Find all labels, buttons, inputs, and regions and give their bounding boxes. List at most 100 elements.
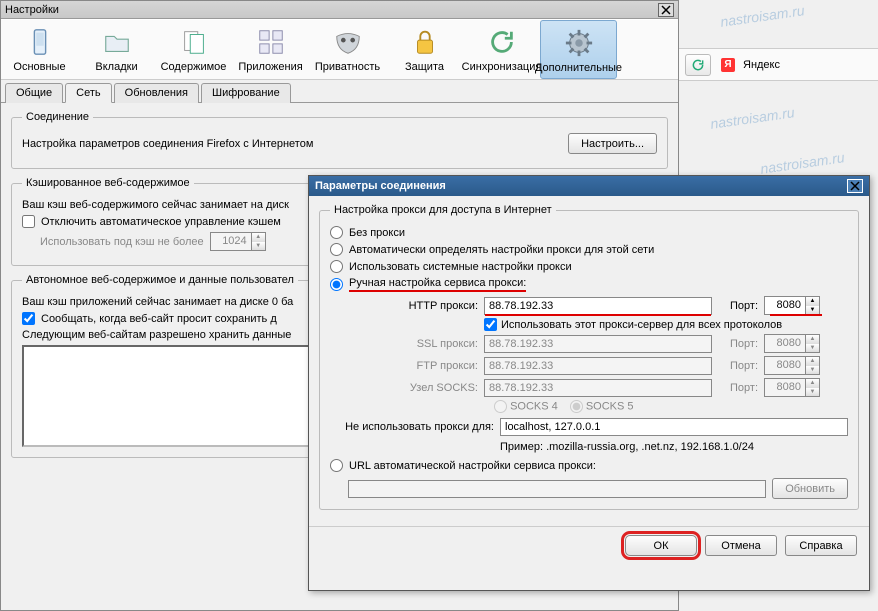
tab-general[interactable]: Общие (5, 83, 63, 103)
tab-updates[interactable]: Обновления (114, 83, 199, 103)
toolbar-label: Дополнительные (535, 62, 622, 74)
page-icon (178, 26, 210, 58)
label-no-proxy: Без прокси (349, 227, 405, 239)
toolbar-privacy[interactable]: Приватность (309, 20, 386, 79)
cancel-button[interactable]: Отмена (705, 535, 777, 556)
disable-auto-cache-label: Отключить автоматическое управление кэше… (41, 216, 281, 228)
socks-port-label: Порт: (712, 382, 758, 394)
cache-size-label: Использовать под кэш не более (40, 236, 204, 248)
connection-dialog: Параметры соединения Настройка прокси дл… (308, 175, 870, 591)
pac-url-input (348, 480, 766, 498)
settings-title: Настройки (5, 4, 59, 16)
help-button[interactable]: Справка (785, 535, 857, 556)
tab-network[interactable]: Сеть (65, 83, 111, 103)
no-proxy-for-input[interactable] (500, 418, 848, 436)
connection-dialog-title: Параметры соединения (315, 180, 446, 192)
ssl-port-label: Порт: (712, 338, 758, 350)
ssl-port-input: 8080▲▼ (764, 334, 820, 353)
toolbar-content[interactable]: Содержимое (155, 20, 232, 79)
radio-no-proxy[interactable] (330, 226, 343, 239)
offline-legend: Автономное веб-содержимое и данные польз… (22, 274, 298, 286)
toolbar-sync[interactable]: Синхронизация (463, 20, 540, 79)
reload-button[interactable] (685, 54, 711, 76)
ok-button[interactable]: ОК (625, 535, 697, 556)
connection-fieldset: Соединение Настройка параметров соединен… (11, 111, 668, 169)
close-icon (850, 181, 860, 191)
notify-offline-label: Сообщать, когда веб-сайт просит сохранит… (41, 313, 277, 325)
no-proxy-example: Пример: .mozilla-russia.org, .net.nz, 19… (500, 441, 848, 453)
offline-desc: Ваш кэш приложений сейчас занимает на ди… (22, 296, 293, 308)
browser-toolbar: Я Яндекс (679, 48, 878, 81)
lock-icon (409, 26, 441, 58)
tab-encryption[interactable]: Шифрование (201, 83, 291, 103)
cache-desc: Ваш кэш веб-содержимого сейчас занимает … (22, 199, 289, 211)
radio-manual-proxy[interactable] (330, 278, 343, 291)
socks-port-input: 8080▲▼ (764, 378, 820, 397)
radio-socks5 (570, 400, 583, 413)
radio-socks4 (494, 400, 507, 413)
close-button[interactable] (847, 179, 863, 193)
no-proxy-for-label: Не использовать прокси для: (330, 421, 494, 433)
proxy-fieldset: Настройка прокси для доступа в Интернет … (319, 204, 859, 510)
subtabs: Общие Сеть Обновления Шифрование (1, 80, 678, 103)
toolbar-label: Содержимое (161, 61, 227, 73)
use-for-all-checkbox[interactable] (484, 318, 497, 331)
label-url-proxy: URL автоматической настройки сервиса про… (349, 460, 596, 472)
radio-url-proxy[interactable] (330, 459, 343, 472)
toolbar-label: Защита (405, 61, 444, 73)
toolbar-label: Основные (13, 61, 65, 73)
search-engine-label: Яндекс (743, 59, 780, 71)
mask-icon (332, 26, 364, 58)
toolbar-security[interactable]: Защита (386, 20, 463, 79)
label-system-proxy: Использовать системные настройки прокси (349, 261, 572, 273)
reload-icon (691, 58, 705, 72)
settings-titlebar: Настройки (1, 1, 678, 19)
radio-system-proxy[interactable] (330, 260, 343, 273)
ftp-proxy-label: FTP прокси: (348, 360, 478, 372)
toolbar-tabs[interactable]: Вкладки (78, 20, 155, 79)
ssl-proxy-input (484, 335, 712, 353)
disable-auto-cache-checkbox[interactable] (22, 215, 35, 228)
label-manual-proxy: Ручная настройка сервиса прокси: (349, 277, 526, 292)
configure-connection-button[interactable]: Настроить... (568, 133, 657, 154)
use-for-all-label: Использовать этот прокси-сервер для всех… (501, 319, 782, 331)
dialog-buttons: ОК Отмена Справка (309, 526, 869, 564)
radio-auto-detect[interactable] (330, 243, 343, 256)
label-socks4: SOCKS 4 (510, 400, 558, 412)
reload-pac-button: Обновить (772, 478, 848, 499)
toolbar-advanced[interactable]: Дополнительные (540, 20, 617, 79)
close-icon (661, 5, 671, 15)
ftp-port-input: 8080▲▼ (764, 356, 820, 375)
http-port-input[interactable]: 8080▲▼ (764, 296, 820, 315)
label-socks5: SOCKS 5 (586, 400, 634, 412)
close-button[interactable] (658, 3, 674, 17)
toolbar-apps[interactable]: Приложения (232, 20, 309, 79)
top-toolbar: Основные Вкладки Содержимое Приложения П… (1, 19, 678, 80)
cache-legend: Кэшированное веб-содержимое (22, 177, 194, 189)
ssl-proxy-label: SSL прокси: (348, 338, 478, 350)
notify-offline-checkbox[interactable] (22, 312, 35, 325)
connection-legend: Соединение (22, 111, 93, 123)
sync-icon (486, 26, 518, 58)
http-proxy-input[interactable] (484, 297, 712, 315)
apps-icon (255, 26, 287, 58)
cache-size-input: 1024 ▲▼ (210, 232, 266, 251)
proxy-legend: Настройка прокси для доступа в Интернет (330, 204, 556, 216)
gear-icon (563, 27, 595, 59)
socks-proxy-input (484, 379, 712, 397)
yandex-icon: Я (721, 58, 735, 72)
phone-icon (24, 26, 56, 58)
connection-desc: Настройка параметров соединения Firefox … (22, 138, 313, 150)
folder-icon (101, 26, 133, 58)
offline-sites-label: Следующим веб-сайтам разрешено хранить д… (22, 329, 291, 341)
ftp-port-label: Порт: (712, 360, 758, 372)
ftp-proxy-input (484, 357, 712, 375)
toolbar-general[interactable]: Основные (1, 20, 78, 79)
label-auto-detect: Автоматически определять настройки прокс… (349, 244, 654, 256)
http-port-label: Порт: (712, 300, 758, 312)
toolbar-label: Приватность (315, 61, 380, 73)
toolbar-label: Вкладки (95, 61, 137, 73)
toolbar-label: Приложения (238, 61, 302, 73)
connection-dialog-titlebar: Параметры соединения (309, 176, 869, 196)
socks-proxy-label: Узел SOCKS: (348, 382, 478, 394)
